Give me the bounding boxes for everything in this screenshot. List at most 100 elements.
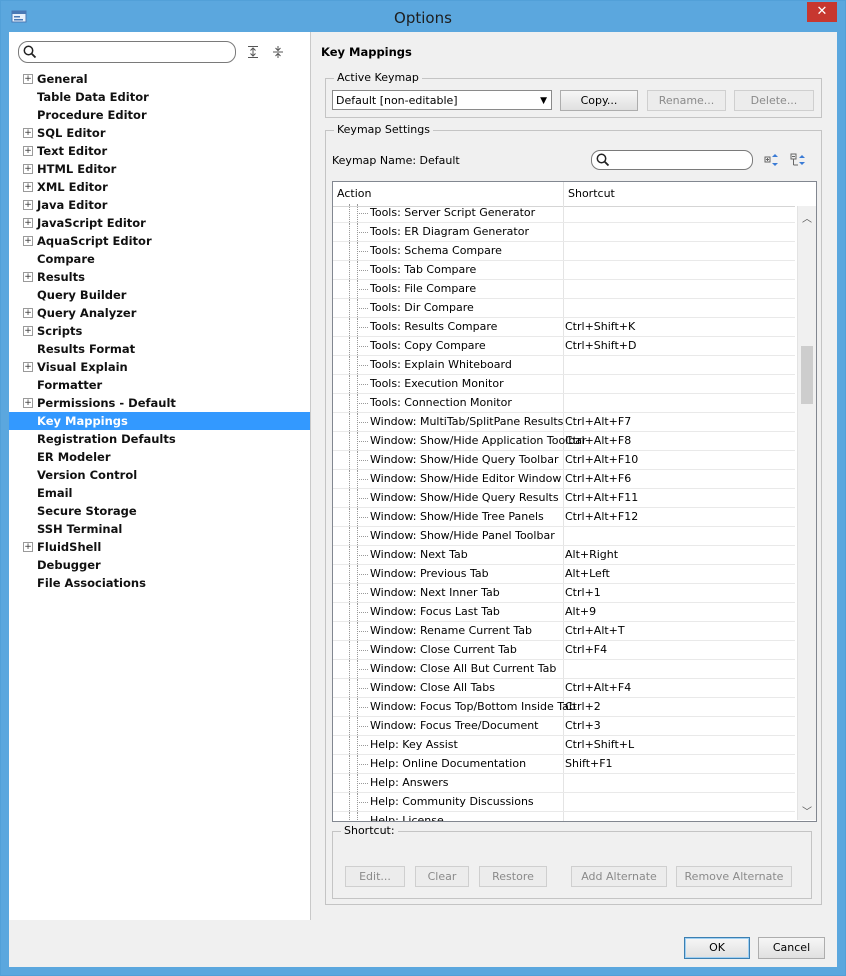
sidebar-item[interactable]: + HTML Editor <box>9 160 310 178</box>
sidebar-item[interactable]: + Java Editor <box>9 196 310 214</box>
expand-icon[interactable]: + <box>23 182 33 192</box>
sidebar-item[interactable]: Version Control <box>9 466 310 484</box>
table-row[interactable]: Tools: Tab Compare <box>333 261 795 280</box>
restore-button[interactable]: Restore <box>479 866 547 887</box>
sidebar-item[interactable]: ER Modeler <box>9 448 310 466</box>
sidebar-item[interactable]: Registration Defaults <box>9 430 310 448</box>
expand-icon[interactable]: + <box>23 362 33 372</box>
table-row[interactable]: Tools: Schema Compare <box>333 242 795 261</box>
expand-icon[interactable]: + <box>23 218 33 228</box>
sidebar-item[interactable]: + FluidShell <box>9 538 310 556</box>
collapse-all-icon[interactable] <box>271 45 285 59</box>
table-row[interactable]: Window: Focus Top/Bottom Inside Tab Ctrl+… <box>333 698 795 717</box>
expand-icon[interactable]: + <box>23 74 33 84</box>
sidebar-item[interactable]: + Results <box>9 268 310 286</box>
sidebar-item[interactable]: + Query Analyzer <box>9 304 310 322</box>
sidebar-item[interactable]: Query Builder <box>9 286 310 304</box>
table-row[interactable]: Tools: Execution Monitor <box>333 375 795 394</box>
table-row[interactable]: Window: Show/Hide Query Toolbar Ctrl+Alt+… <box>333 451 795 470</box>
sidebar-item[interactable]: SSH Terminal <box>9 520 310 538</box>
table-row[interactable]: Window: Rename Current Tab Ctrl+Alt+T <box>333 622 795 641</box>
sidebar-item[interactable]: + JavaScript Editor <box>9 214 310 232</box>
table-row[interactable]: Window: Focus Tree/Document Ctrl+3 <box>333 717 795 736</box>
expand-icon[interactable]: + <box>23 128 33 138</box>
scroll-down-icon[interactable]: ﹀ <box>802 803 812 818</box>
keymap-select[interactable]: Default [non-editable] ▼ <box>332 90 552 110</box>
sidebar-item[interactable]: Secure Storage <box>9 502 310 520</box>
table-row[interactable]: Window: Close Current Tab Ctrl+F4 <box>333 641 795 660</box>
table-row[interactable]: Window: Next Tab Alt+Right <box>333 546 795 565</box>
sidebar-item[interactable]: Procedure Editor <box>9 106 310 124</box>
table-row[interactable]: Window: Focus Last Tab Alt+9 <box>333 603 795 622</box>
expand-icon[interactable]: + <box>23 326 33 336</box>
column-header-shortcut[interactable]: Shortcut <box>564 182 798 206</box>
table-row[interactable]: Help: Online Documentation Shift+F1 <box>333 755 795 774</box>
sidebar-item[interactable]: + Text Editor <box>9 142 310 160</box>
tree-search-input[interactable] <box>18 41 236 63</box>
table-row[interactable]: Help: Answers <box>333 774 795 793</box>
expand-icon[interactable]: + <box>23 542 33 552</box>
expand-rows-icon[interactable] <box>764 153 780 167</box>
expand-icon[interactable]: + <box>23 164 33 174</box>
sidebar-item[interactable]: Table Data Editor <box>9 88 310 106</box>
table-row[interactable]: Window: Show/Hide Editor Window Ctrl+Alt+… <box>333 470 795 489</box>
sidebar-item[interactable]: Formatter <box>9 376 310 394</box>
sidebar-item[interactable]: + Scripts <box>9 322 310 340</box>
cancel-button[interactable]: Cancel <box>758 937 825 959</box>
add-alternate-button[interactable]: Add Alternate <box>571 866 667 887</box>
table-row[interactable]: Window: Close All But Current Tab <box>333 660 795 679</box>
sidebar-item[interactable]: Results Format <box>9 340 310 358</box>
expand-icon[interactable]: + <box>23 272 33 282</box>
sidebar-item[interactable]: + AquaScript Editor <box>9 232 310 250</box>
ok-button[interactable]: OK <box>684 937 750 959</box>
collapse-rows-icon[interactable] <box>790 153 806 167</box>
sidebar-item[interactable]: File Associations <box>9 574 310 592</box>
sidebar-item[interactable]: + General <box>9 70 310 88</box>
table-row[interactable]: Window: Show/Hide Tree Panels Ctrl+Alt+F1… <box>333 508 795 527</box>
table-row[interactable]: Window: Previous Tab Alt+Left <box>333 565 795 584</box>
expand-icon[interactable]: + <box>23 146 33 156</box>
scroll-up-icon[interactable]: ︿ <box>802 210 812 225</box>
table-row[interactable]: Help: License <box>333 812 795 821</box>
table-scrollbar[interactable]: ︿ ﹀ <box>797 206 816 820</box>
rename-button[interactable]: Rename... <box>647 90 726 111</box>
table-row[interactable]: Window: Show/Hide Application Toolbar Ctr… <box>333 432 795 451</box>
table-row[interactable]: Tools: Dir Compare <box>333 299 795 318</box>
table-row[interactable]: Tools: Connection Monitor <box>333 394 795 413</box>
sidebar-item[interactable]: Compare <box>9 250 310 268</box>
sidebar-item[interactable]: + XML Editor <box>9 178 310 196</box>
table-row[interactable]: Help: Key Assist Ctrl+Shift+L <box>333 736 795 755</box>
table-row[interactable]: Window: Next Inner Tab Ctrl+1 <box>333 584 795 603</box>
sidebar-item[interactable]: + SQL Editor <box>9 124 310 142</box>
table-row[interactable]: Tools: Server Script Generator <box>333 204 795 223</box>
expand-icon[interactable]: + <box>23 200 33 210</box>
sidebar-item[interactable]: Key Mappings <box>9 412 310 430</box>
remove-alternate-button[interactable]: Remove Alternate <box>676 866 792 887</box>
scrollbar-thumb[interactable] <box>801 346 813 404</box>
table-row[interactable]: Tools: File Compare <box>333 280 795 299</box>
expand-all-icon[interactable] <box>246 45 260 59</box>
clear-button[interactable]: Clear <box>415 866 469 887</box>
table-row[interactable]: Window: Show/Hide Query Results Ctrl+Alt+… <box>333 489 795 508</box>
edit-button[interactable]: Edit... <box>345 866 405 887</box>
table-row[interactable]: Window: Show/Hide Panel Toolbar <box>333 527 795 546</box>
table-row[interactable]: Window: Close All Tabs Ctrl+Alt+F4 <box>333 679 795 698</box>
sidebar-item[interactable]: + Permissions - Default <box>9 394 310 412</box>
sidebar-item[interactable]: Email <box>9 484 310 502</box>
delete-button[interactable]: Delete... <box>734 90 814 111</box>
table-row[interactable]: Tools: Explain Whiteboard <box>333 356 795 375</box>
column-header-action[interactable]: Action <box>333 182 564 206</box>
expand-icon[interactable]: + <box>23 308 33 318</box>
sidebar-item[interactable]: + Visual Explain <box>9 358 310 376</box>
table-row[interactable]: Tools: ER Diagram Generator <box>333 223 795 242</box>
close-button[interactable]: ✕ <box>807 2 837 22</box>
table-row[interactable]: Tools: Copy Compare Ctrl+Shift+D <box>333 337 795 356</box>
title-bar[interactable]: Options ✕ <box>1 1 845 33</box>
sidebar-item[interactable]: Debugger <box>9 556 310 574</box>
table-row[interactable]: Help: Community Discussions <box>333 793 795 812</box>
expand-icon[interactable]: + <box>23 236 33 246</box>
table-row[interactable]: Tools: Results Compare Ctrl+Shift+K <box>333 318 795 337</box>
action-search-input[interactable] <box>591 150 753 170</box>
copy-button[interactable]: Copy... <box>560 90 638 111</box>
expand-icon[interactable]: + <box>23 398 33 408</box>
